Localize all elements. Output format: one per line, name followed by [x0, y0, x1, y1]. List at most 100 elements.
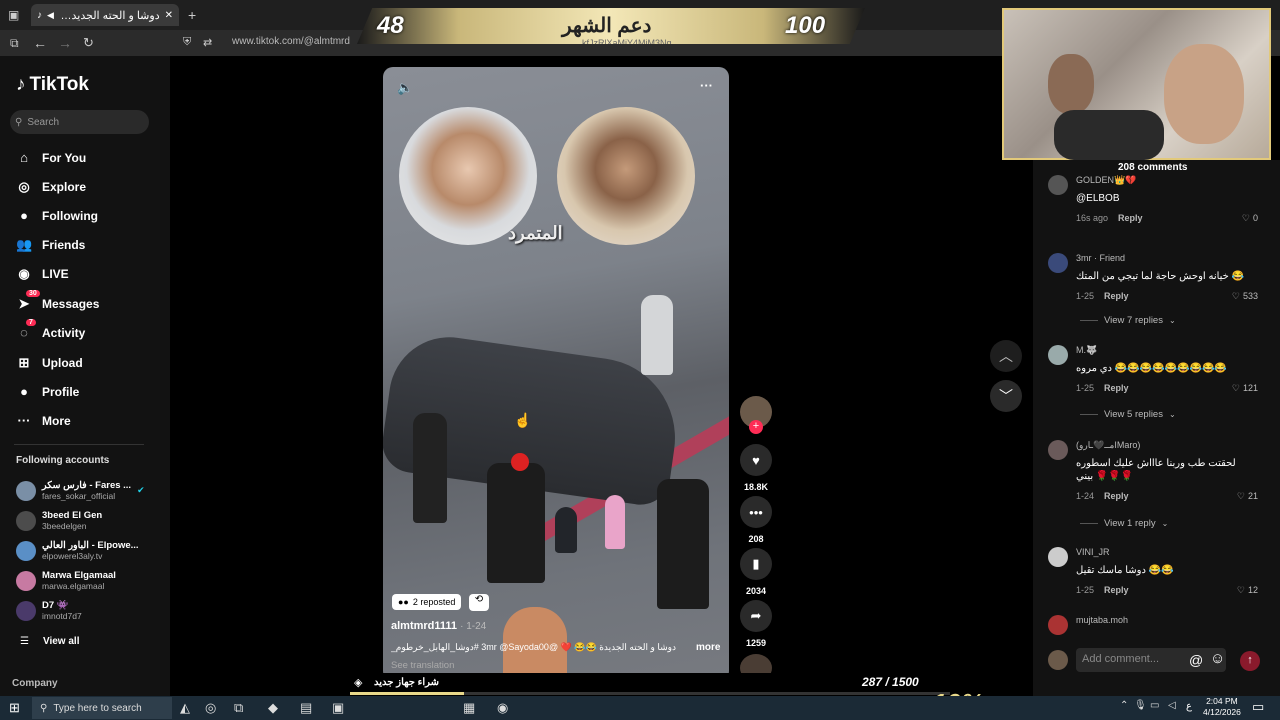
reply-button[interactable]: Reply: [1104, 383, 1129, 393]
browser-tab[interactable]: ♪ ◀ دوشا و الحته الجديدة في كا ✕: [31, 4, 179, 26]
sidebar-item-live[interactable]: ◉ LIVE: [16, 266, 68, 282]
reload-button[interactable]: ↻: [83, 35, 94, 51]
comment-like-button[interactable]: ♡ 12: [1237, 585, 1258, 596]
sidebar-item-messages[interactable]: ➤ 30 Messages: [16, 290, 99, 312]
see-translation-link[interactable]: See translation: [391, 660, 454, 671]
repost-button[interactable]: ⟲: [469, 594, 489, 611]
comment-avatar[interactable]: [1048, 345, 1068, 365]
following-account[interactable]: Marwa Elgamaal marwa.elgamaal: [16, 570, 116, 591]
obs-icon[interactable]: ◉: [497, 700, 508, 716]
task-view-icon[interactable]: ⧉: [234, 700, 243, 716]
comment-like-button[interactable]: ♡ 533: [1232, 291, 1258, 302]
follow-plus-button[interactable]: +: [749, 420, 763, 434]
sidebar-item-activity[interactable]: ◌ 7 Activity: [16, 319, 85, 340]
video-author[interactable]: almtmrd1111 · 1-24: [391, 620, 486, 632]
copilot-icon[interactable]: ◆: [268, 700, 278, 716]
volume-icon[interactable]: 🔈: [397, 80, 413, 96]
video-player[interactable]: المتمرد: [383, 67, 729, 681]
sidebar-item-upload[interactable]: ⊞ Upload: [16, 355, 83, 371]
following-account[interactable]: 3beed El Gen 3beedelgen: [16, 510, 102, 531]
forward-button[interactable]: →: [58, 35, 72, 51]
file-explorer-icon[interactable]: ▤: [300, 700, 312, 716]
comment-like-button[interactable]: ♡ 21: [1237, 491, 1258, 502]
volume-icon[interactable]: ◁: [1168, 700, 1176, 711]
comment-avatar[interactable]: [1048, 547, 1068, 567]
view-replies-label: View 7 replies: [1104, 315, 1163, 326]
next-video-button[interactable]: ﹀: [990, 380, 1022, 412]
reposted-badge[interactable]: ●● 2 reposted: [392, 594, 462, 610]
comment-username[interactable]: VINI_JR: [1076, 547, 1110, 557]
reply-button[interactable]: Reply: [1104, 585, 1129, 595]
following-accounts-title: Following accounts: [16, 455, 110, 466]
view-replies-button[interactable]: View 5 replies ⌄: [1080, 409, 1176, 420]
comment-avatar[interactable]: [1048, 175, 1068, 195]
tiktok-logo[interactable]: ♪ TikTok: [16, 74, 89, 96]
account-name: 3beed El Gen: [42, 510, 103, 521]
address-bar[interactable]: www.tiktok.com/@almtmrd: [232, 36, 350, 47]
comment-action[interactable]: ••• 208: [740, 496, 772, 544]
taskbar-search[interactable]: ⚲ Type here to search: [32, 697, 172, 719]
cat-icon[interactable]: ◭: [180, 700, 190, 716]
heart-outline-icon: ♡: [1241, 213, 1250, 223]
view-replies-button[interactable]: View 7 replies ⌄: [1080, 315, 1176, 326]
comment-username[interactable]: (مــ🖤ـاروIMaro): [1076, 440, 1140, 451]
post-comment-button[interactable]: ↑: [1240, 651, 1260, 671]
app-icon[interactable]: ▦: [463, 700, 475, 716]
comment-count: 208: [748, 534, 764, 544]
mention-button[interactable]: @: [1189, 652, 1203, 668]
taskbar-clock[interactable]: 2:04 PM 4/12/2026: [1203, 696, 1241, 718]
stream-goal-banner: 48 دعم الشهر 100 kfJzRlXaMjY4MjM3Ng: [357, 8, 865, 44]
search-input[interactable]: ⚲ Search: [10, 110, 149, 134]
emoji-button[interactable]: ☺: [1210, 650, 1225, 667]
view-replies-button[interactable]: View 1 reply ⌄: [1080, 518, 1168, 529]
up-arrow-icon[interactable]: ⌃: [1120, 700, 1128, 711]
back-button[interactable]: ←: [33, 35, 47, 51]
comment-username[interactable]: M.🐺: [1076, 345, 1097, 356]
sidebar-item-explore[interactable]: ◎ Explore: [16, 179, 86, 195]
tune-icon[interactable]: ⇄: [203, 36, 212, 49]
comment-like-button[interactable]: ♡ 0: [1242, 213, 1258, 224]
reply-button[interactable]: Reply: [1118, 213, 1143, 223]
company-link[interactable]: Company: [12, 678, 58, 689]
sidebar-item-more[interactable]: ··· More: [16, 413, 71, 428]
site-info-icon[interactable]: ⛨: [183, 36, 191, 49]
reply-button[interactable]: Reply: [1104, 491, 1129, 501]
add-comment-input[interactable]: Add comment...: [1076, 648, 1226, 672]
notifications-icon[interactable]: ▭: [1252, 699, 1264, 715]
reply-button[interactable]: Reply: [1104, 291, 1129, 301]
language-indicator[interactable]: ع: [1186, 701, 1192, 712]
sidebar-item-for-you[interactable]: ⌂ For You: [16, 150, 86, 165]
following-account[interactable]: D7 👾 imnotd7d7: [16, 600, 82, 621]
following-account[interactable]: الباور العالي - Elpowe... elpowerel3aly.t…: [16, 540, 139, 561]
comment-text: دوشا ماسك تقيل 😂😂: [1076, 565, 1174, 576]
comment-username[interactable]: 3mr · Friend: [1076, 253, 1125, 263]
comment-avatar[interactable]: [1048, 253, 1068, 273]
more-options-icon[interactable]: ···: [700, 78, 713, 93]
tab-close-button[interactable]: ✕: [165, 10, 173, 21]
windows-start-icon[interactable]: ⊞: [9, 700, 20, 716]
tab-audio-icon[interactable]: ◀: [47, 10, 54, 21]
comment-like-count: 12: [1247, 585, 1258, 595]
edge-icon[interactable]: ◎: [205, 700, 216, 716]
new-tab-button[interactable]: +: [188, 7, 196, 23]
following-account[interactable]: فارس سكر - Fares ... fares_sokar_official…: [16, 480, 145, 501]
store-icon[interactable]: ▣: [332, 700, 344, 716]
like-action[interactable]: ♥ 18.8K: [740, 444, 772, 492]
microphone-icon[interactable]: 🎙: [1134, 700, 1147, 711]
comment-username[interactable]: GOLDEN👑💔: [1076, 175, 1136, 186]
share-action[interactable]: ➦ 1259: [740, 600, 772, 648]
workspace-icon[interactable]: ⧉: [10, 36, 19, 51]
previous-video-button[interactable]: ︿: [990, 340, 1022, 372]
network-icon[interactable]: ▭: [1150, 700, 1159, 711]
comment-avatar[interactable]: [1048, 440, 1068, 460]
view-all-link[interactable]: ☰ View all: [20, 636, 79, 647]
save-action[interactable]: ▮ 2034: [740, 548, 772, 596]
comment-like-button[interactable]: ♡ 121: [1232, 383, 1258, 394]
sidebar-item-friends[interactable]: 👥 Friends: [16, 237, 85, 253]
sidebar-item-following[interactable]: ● Following: [16, 208, 98, 223]
comment-username[interactable]: mujtaba.moh: [1076, 615, 1128, 625]
comment-avatar[interactable]: [1048, 615, 1068, 635]
sidebar-item-profile[interactable]: ● Profile: [16, 384, 79, 399]
caption-more-button[interactable]: more: [696, 642, 720, 653]
tab-actions-icon[interactable]: ▣: [8, 8, 19, 22]
